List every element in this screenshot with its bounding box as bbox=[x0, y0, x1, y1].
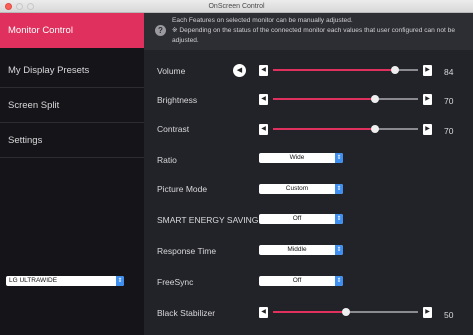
volume-thumb[interactable] bbox=[390, 66, 399, 74]
up-down-chevron-icon: ⇕ bbox=[335, 276, 343, 286]
brightness-fill bbox=[273, 98, 375, 100]
contrast-fill bbox=[273, 128, 375, 130]
ratio-select-value: Wide bbox=[289, 154, 305, 161]
sidebar-item-settings[interactable]: Settings bbox=[0, 123, 144, 158]
brightness-decrease-button[interactable]: ◀ bbox=[259, 94, 268, 105]
ratio-label: Ratio bbox=[157, 155, 177, 165]
up-down-chevron-icon: ⇕ bbox=[335, 214, 343, 224]
info-banner: ? Each Features on selected monitor can … bbox=[144, 13, 473, 50]
volume-increase-button[interactable]: ▶ bbox=[423, 65, 432, 76]
brightness-slider[interactable]: ◀ ▶ bbox=[259, 94, 432, 105]
question-icon: ? bbox=[155, 25, 166, 36]
up-down-chevron-icon: ⇕ bbox=[335, 184, 343, 194]
freesync-label: FreeSync bbox=[157, 277, 194, 287]
contrast-thumb[interactable] bbox=[370, 125, 379, 133]
black-stabilizer-increase-button[interactable]: ▶ bbox=[423, 307, 432, 318]
volume-decrease-button[interactable]: ◀ bbox=[259, 65, 268, 76]
freesync-select-value: Off bbox=[292, 277, 302, 284]
volume-label: Volume bbox=[157, 66, 186, 76]
black-stabilizer-value: 50 bbox=[444, 310, 454, 320]
contrast-label: Contrast bbox=[157, 124, 190, 134]
picture-mode-select[interactable]: Custom ⇕ bbox=[259, 184, 343, 194]
smart-energy-saving-select[interactable]: Off ⇕ bbox=[259, 214, 343, 224]
picture-mode-label: Picture Mode bbox=[157, 184, 208, 194]
window-titlebar: OnScreen Control bbox=[0, 0, 473, 13]
response-time-select[interactable]: Middle ⇕ bbox=[259, 245, 343, 255]
brightness-increase-button[interactable]: ▶ bbox=[423, 94, 432, 105]
freesync-select[interactable]: Off ⇕ bbox=[259, 276, 343, 286]
up-down-chevron-icon: ⇕ bbox=[116, 276, 124, 286]
contrast-value: 70 bbox=[444, 126, 454, 136]
info-line-2: ※ Depending on the status of the connect… bbox=[172, 27, 456, 44]
contrast-decrease-button[interactable]: ◀ bbox=[259, 124, 268, 135]
up-down-chevron-icon: ⇕ bbox=[335, 245, 343, 255]
brightness-thumb[interactable] bbox=[370, 95, 379, 103]
monitor-select[interactable]: LG ULTRAWIDE ⇕ bbox=[6, 276, 124, 286]
black-stabilizer-label: Black Stabilizer bbox=[157, 308, 216, 318]
sidebar-item-my-display-presets[interactable]: My Display Presets bbox=[0, 53, 144, 88]
picture-mode-select-value: Custom bbox=[285, 185, 309, 192]
speaker-icon[interactable]: ◀ bbox=[233, 64, 246, 77]
monitor-control-panel: ? Each Features on selected monitor can … bbox=[144, 13, 473, 335]
smart-energy-saving-label: SMART ENERGY SAVING bbox=[157, 215, 259, 225]
contrast-increase-button[interactable]: ▶ bbox=[423, 124, 432, 135]
black-stabilizer-decrease-button[interactable]: ◀ bbox=[259, 307, 268, 318]
response-time-label: Response Time bbox=[157, 246, 217, 256]
response-time-select-value: Middle bbox=[287, 246, 307, 253]
volume-fill bbox=[273, 69, 395, 71]
black-stabilizer-fill bbox=[273, 311, 346, 313]
volume-value: 84 bbox=[444, 67, 454, 77]
volume-slider[interactable]: ◀ ▶ bbox=[259, 65, 432, 76]
contrast-slider[interactable]: ◀ ▶ bbox=[259, 124, 432, 135]
sidebar-item-monitor-control[interactable]: Monitor Control bbox=[0, 13, 144, 48]
info-text: Each Features on selected monitor can be… bbox=[172, 16, 470, 46]
monitor-select-value: LG ULTRAWIDE bbox=[9, 277, 58, 284]
smart-energy-saving-select-value: Off bbox=[292, 215, 302, 222]
brightness-value: 70 bbox=[444, 96, 454, 106]
up-down-chevron-icon: ⇕ bbox=[335, 153, 343, 163]
window-title: OnScreen Control bbox=[208, 3, 265, 10]
sidebar: Monitor Control My Display Presets Scree… bbox=[0, 13, 144, 335]
sidebar-item-screen-split[interactable]: Screen Split bbox=[0, 88, 144, 123]
black-stabilizer-thumb[interactable] bbox=[341, 308, 350, 316]
ratio-select[interactable]: Wide ⇕ bbox=[259, 153, 343, 163]
black-stabilizer-slider[interactable]: ◀ ▶ bbox=[259, 307, 432, 318]
brightness-label: Brightness bbox=[157, 95, 198, 105]
info-line-1: Each Features on selected monitor can be… bbox=[172, 17, 353, 24]
